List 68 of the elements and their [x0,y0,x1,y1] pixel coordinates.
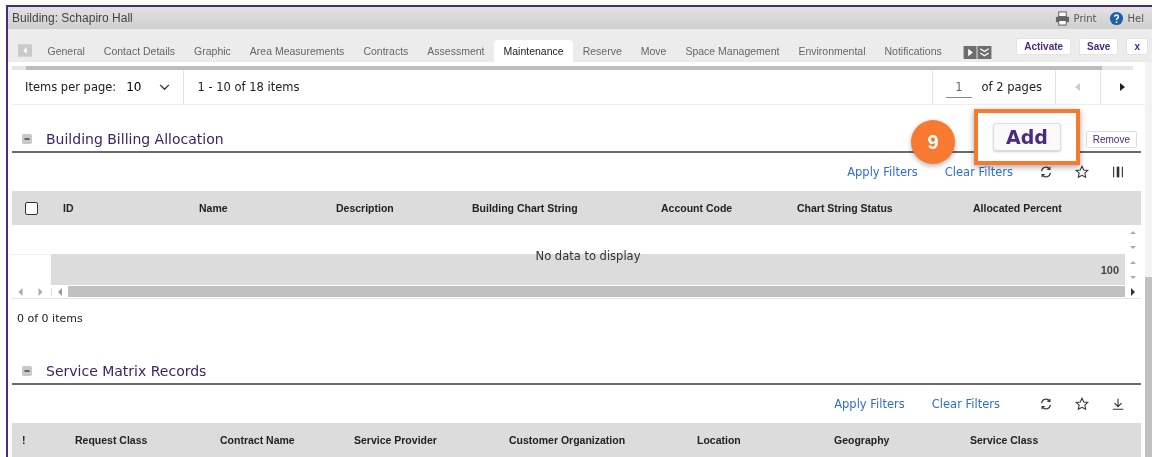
scroll-right-icon[interactable] [1130,287,1136,296]
help-icon[interactable] [1108,10,1124,26]
toolbar-button[interactable]: Save [1079,38,1119,55]
column-header[interactable]: Location [687,434,824,446]
scroll-left-icon[interactable] [57,287,63,296]
remove-button[interactable]: Remove [1085,130,1137,148]
tab[interactable]: Area Measurements [240,40,354,62]
toolbar-button[interactable]: Activate [1016,38,1072,55]
tab[interactable]: General [38,40,95,62]
refresh-icon[interactable] [1039,165,1053,179]
star-icon[interactable] [1075,165,1089,179]
refresh-icon[interactable] [1039,397,1053,411]
chevron-down-icon[interactable] [159,83,171,91]
section-title: Building Billing Allocation [46,131,224,147]
collapse-icon[interactable] [22,134,32,144]
tab[interactable]: Contracts [353,40,418,62]
items-per-page-dropdown[interactable]: 10 [126,80,171,94]
column-header[interactable]: Building Chart String [459,202,648,214]
filter-link[interactable]: Clear Filters [931,397,1000,411]
column-header[interactable]: Allocated Percent [960,202,1141,214]
section-title: Service Matrix Records [46,363,207,379]
tab[interactable]: Notifications [875,40,952,62]
tab[interactable]: Reserve [573,40,632,62]
tab[interactable]: Space Management [675,40,789,62]
tab[interactable]: Environmental [788,40,876,62]
items-per-page-label: Items per page: [25,80,117,94]
filter-link[interactable]: Apply Filters [847,165,918,179]
column-header[interactable]: Chart String Status [784,202,960,214]
collapse-icon[interactable] [22,366,32,376]
select-all-checkbox[interactable] [25,201,38,215]
column-header[interactable]: Account Code [648,202,784,214]
column-header[interactable]: Geography [824,434,960,446]
add-button[interactable]: Add [993,123,1061,151]
empty-message: No data to display [535,249,641,265]
printer-icon[interactable] [1054,10,1070,26]
tab[interactable]: Assessment [417,40,494,62]
window-title: Building: Schapiro Hall [12,11,133,25]
column-header[interactable]: Request Class [65,434,210,446]
column-header[interactable]: Description [323,202,459,214]
columns-icon[interactable] [1111,165,1125,179]
item-count: 0 of 0 items [17,312,83,325]
header-link[interactable]: Print [1073,12,1097,24]
header-link[interactable]: Hel [1127,12,1144,24]
column-header[interactable]: Service Class [960,434,1141,446]
tab[interactable]: Move [631,40,676,62]
download-icon[interactable] [1111,397,1125,411]
column-header[interactable]: Customer Organization [499,434,687,446]
filter-link[interactable]: Clear Filters [944,165,1013,179]
item-range: 1 - 10 of 18 items [197,80,300,94]
filter-link[interactable]: Apply Filters [834,397,905,411]
column-header[interactable]: Name [186,202,323,214]
tab[interactable]: Contact Details [94,40,185,62]
tab[interactable]: Maintenance [494,40,574,62]
scrollbar-thumb[interactable] [1145,277,1152,457]
column-header[interactable]: Contract Name [210,434,344,446]
page-count: of 2 pages [981,80,1042,94]
tab[interactable]: Graphic [184,40,241,62]
next-page-icon[interactable] [1120,83,1126,91]
scrollbar-thumb[interactable] [68,286,1125,297]
tab-overflow-icon[interactable] [963,46,993,59]
step-badge: 9 [911,120,955,164]
page-field[interactable]: 1 [946,80,972,98]
column-header[interactable]: ID [50,202,186,214]
table-cell: 100 [1100,264,1119,276]
column-header[interactable]: ! [12,434,65,446]
toolbar-button[interactable]: x [1126,38,1148,55]
star-icon[interactable] [1075,397,1089,411]
column-header[interactable]: Service Provider [344,434,499,446]
